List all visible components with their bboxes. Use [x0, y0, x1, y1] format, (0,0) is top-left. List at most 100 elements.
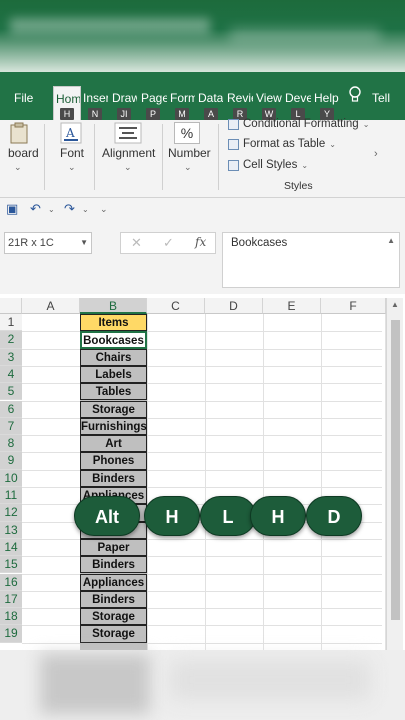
alignment-group-label: Alignment: [102, 146, 156, 160]
number-chevron-icon[interactable]: ⌄: [184, 162, 192, 173]
tab-page-layout[interactable]: Page: [141, 88, 167, 108]
column-b-cell[interactable]: Storage: [80, 400, 147, 418]
alignment-icon[interactable]: [114, 122, 142, 144]
row-header[interactable]: 11: [0, 487, 22, 505]
insert-function-icon[interactable]: fx: [195, 235, 206, 249]
format-table-icon: [228, 138, 239, 150]
ribbon-home: board ⌄ A Font ⌄ Alignment ⌄ % Number ⌄ …: [0, 118, 405, 198]
gridline: [205, 314, 206, 650]
row-header[interactable]: 9: [0, 452, 22, 470]
row-header[interactable]: 13: [0, 521, 22, 539]
redo-icon[interactable]: ↷: [64, 201, 75, 217]
column-header-b[interactable]: B: [80, 298, 147, 314]
tab-view[interactable]: View: [256, 88, 282, 108]
row-header[interactable]: 5: [0, 383, 22, 401]
vertical-scrollbar[interactable]: ▲: [386, 298, 403, 650]
blurred-footer-shape: [170, 660, 370, 700]
paste-icon[interactable]: [10, 122, 28, 144]
column-b-cell[interactable]: Chairs: [80, 348, 147, 366]
format-as-table-button[interactable]: Format as Table ⌄: [228, 138, 336, 150]
blurred-title-extra: [230, 28, 380, 42]
row-header[interactable]: 6: [0, 400, 22, 418]
gridline: [22, 608, 382, 610]
gridline: [22, 383, 382, 385]
tab-file[interactable]: File: [14, 88, 38, 108]
row-header[interactable]: 1: [0, 314, 22, 332]
column-b-cell[interactable]: Labels: [80, 365, 147, 384]
column-header-e[interactable]: E: [263, 298, 321, 314]
row-header[interactable]: 3: [0, 348, 22, 366]
row-header[interactable]: 18: [0, 608, 22, 626]
number-format-icon[interactable]: %: [174, 122, 200, 144]
undo-dropdown-icon[interactable]: ⌄: [48, 205, 55, 214]
column-b-cell[interactable]: Binders: [80, 556, 147, 574]
key-alt: Alt: [74, 496, 140, 536]
column-b-cell[interactable]: Binders: [80, 590, 147, 609]
column-b-cell[interactable]: Storage: [80, 625, 147, 643]
column-b-cell[interactable]: Storage: [80, 608, 147, 626]
gridline: [22, 365, 382, 367]
column-b-cell[interactable]: Tables: [80, 383, 147, 401]
redo-dropdown-icon[interactable]: ⌄: [82, 205, 89, 214]
gridline: [22, 573, 382, 575]
save-icon[interactable]: ▣: [6, 201, 18, 217]
row-header[interactable]: 8: [0, 435, 22, 453]
clipboard-chevron-icon[interactable]: ⌄: [14, 162, 22, 173]
tab-insert[interactable]: Inser: [83, 88, 108, 108]
conditional-formatting-icon: [228, 118, 239, 130]
tab-tell-me[interactable]: Tell: [372, 88, 402, 108]
collapse-formula-bar-icon[interactable]: ▲: [387, 236, 395, 245]
column-b-cell[interactable]: Furnishings: [80, 417, 147, 436]
column-b-cell[interactable]: Phones: [80, 452, 147, 470]
row-header[interactable]: 17: [0, 590, 22, 609]
column-header-a[interactable]: A: [22, 298, 80, 314]
enter-check-icon[interactable]: ✓: [163, 235, 174, 251]
column-header-f[interactable]: F: [321, 298, 386, 314]
column-header-d[interactable]: D: [205, 298, 263, 314]
font-icon[interactable]: A: [60, 122, 82, 144]
tab-draw[interactable]: Draw: [112, 88, 137, 108]
undo-icon[interactable]: ↶: [30, 201, 41, 217]
gridline: [22, 625, 382, 627]
styles-group-label: Styles: [284, 180, 313, 192]
name-box[interactable]: 21R x 1C ▼: [4, 232, 92, 254]
font-chevron-icon[interactable]: ⌄: [68, 162, 76, 173]
row-header[interactable]: 10: [0, 469, 22, 487]
row-header[interactable]: 16: [0, 573, 22, 591]
cancel-icon[interactable]: ✕: [131, 235, 142, 251]
tab-review[interactable]: Revie: [227, 88, 253, 108]
scrollbar-thumb[interactable]: [391, 320, 400, 620]
tab-formulas[interactable]: Form: [170, 88, 195, 108]
column-b-cell[interactable]: Binders: [80, 469, 147, 487]
alignment-chevron-icon[interactable]: ⌄: [124, 162, 132, 173]
scroll-up-icon[interactable]: ▲: [391, 300, 399, 309]
ribbon-scroll-right-icon[interactable]: ›: [374, 148, 378, 160]
column-b-cell[interactable]: Appliances: [80, 573, 147, 591]
row-header[interactable]: 12: [0, 504, 22, 522]
customize-toolbar-icon[interactable]: ⌄: [100, 204, 108, 215]
chevron-down-icon: ⌄: [301, 160, 309, 170]
tab-developer[interactable]: Deve: [285, 88, 311, 108]
lightbulb-icon[interactable]: [348, 86, 362, 104]
cell-styles-button[interactable]: Cell Styles ⌄: [228, 159, 308, 171]
worksheet-grid[interactable]: A B C D E F 1 2 3 4 5 6 7 8 9 10 11 12 13 14 15 16 17 18 1…: [0, 296, 405, 650]
tab-help[interactable]: Help: [314, 88, 340, 108]
row-header[interactable]: 15: [0, 556, 22, 574]
column-b-cell[interactable]: Bookcases: [80, 331, 147, 349]
formula-input[interactable]: Bookcases ▲: [222, 232, 400, 288]
row-header[interactable]: 7: [0, 417, 22, 436]
column-b-cell[interactable]: Art: [80, 435, 147, 453]
column-b-cell[interactable]: Paper: [80, 538, 147, 557]
column-b-header-cell[interactable]: Items: [80, 314, 147, 332]
row-header[interactable]: 2: [0, 331, 22, 349]
gridline: [22, 590, 382, 592]
select-all-corner[interactable]: [0, 298, 22, 314]
divider: [44, 124, 45, 190]
tab-data[interactable]: Data: [198, 88, 223, 108]
chevron-down-icon[interactable]: ▼: [80, 233, 88, 253]
conditional-formatting-button[interactable]: Conditional Formatting ⌄: [228, 118, 369, 130]
column-header-c[interactable]: C: [147, 298, 205, 314]
row-header[interactable]: 19: [0, 625, 22, 643]
row-header[interactable]: 14: [0, 538, 22, 557]
row-header[interactable]: 4: [0, 365, 22, 384]
